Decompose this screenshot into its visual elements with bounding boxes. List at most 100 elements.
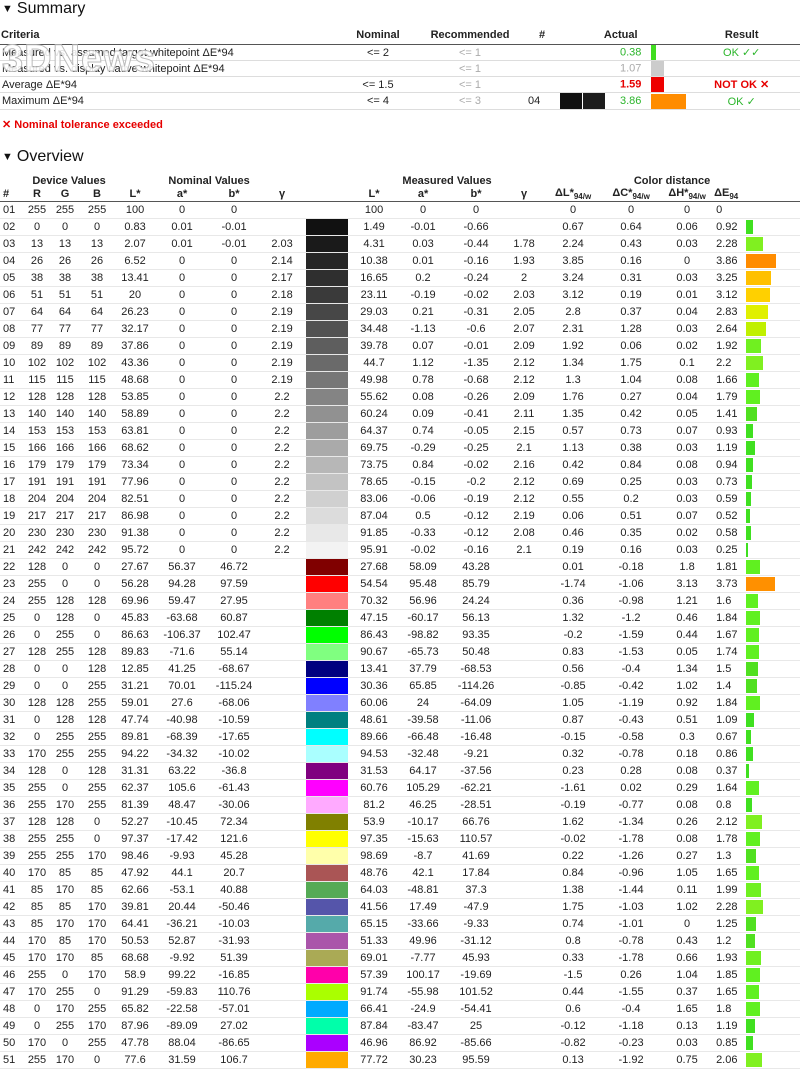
measured-l-cell: 87.04: [350, 507, 399, 526]
delta-h-cell: 0.29: [660, 779, 715, 798]
worst-patch-number: 04: [528, 95, 541, 107]
nominal-gamma-cell: [260, 558, 305, 577]
delta-e-value: 1.3: [716, 850, 732, 863]
swatch-cell: [304, 354, 351, 373]
nominal-b-cell: 110.76: [208, 983, 261, 1002]
actual-bar: [651, 45, 657, 60]
device-r-cell: 0: [24, 677, 50, 696]
delta-e-bar: [746, 390, 761, 405]
measured-gamma-cell: [504, 1051, 545, 1069]
result-cell: NOT OK ✕: [683, 76, 800, 93]
nominal-b-cell: -36.8: [208, 762, 261, 781]
delta-e-value: 1.93: [716, 952, 738, 965]
delta-e-bar-cell: [746, 371, 800, 390]
delta-h-cell: 0.66: [660, 949, 715, 968]
collapse-triangle-icon[interactable]: ▼: [2, 3, 13, 15]
collapse-triangle-icon[interactable]: ▼: [2, 151, 13, 163]
swatch-cell: [304, 813, 351, 832]
color-swatch: [306, 899, 349, 916]
measured-a-cell: -65.73: [398, 643, 449, 662]
color-swatch: [306, 253, 349, 270]
nominal-a-cell: 0.01: [156, 218, 209, 237]
patch-num-cell: 03: [0, 235, 24, 254]
measured-b-cell: -0.16: [448, 541, 505, 560]
color-swatch: [306, 457, 349, 474]
recommended-cell: <= 1: [414, 76, 526, 93]
delta-e-value: 0.37: [716, 765, 738, 778]
measured-a-cell: 100.17: [398, 966, 449, 985]
nominal-b-cell: -61.43: [208, 779, 261, 798]
color-swatch: [306, 236, 349, 253]
overview-row: 33 170 255 255 94.22 -34.32 -10.02 94.53 -32.48-…: [0, 745, 800, 764]
device-g-cell: 0: [50, 762, 80, 781]
nominal-gamma-cell: [260, 915, 305, 934]
summary-heading[interactable]: ▼ Summary: [2, 0, 85, 18]
nominal-gamma-cell: 2.19: [260, 337, 305, 356]
measured-l-cell: 34.48: [350, 320, 399, 339]
nominal-b-cell: -16.85: [208, 966, 261, 985]
delta-e-bar-cell: [746, 235, 800, 254]
patch-num-cell: 31: [0, 711, 24, 730]
delta-l-cell: 1.38: [544, 881, 603, 900]
swatch-cell: [304, 1034, 351, 1053]
measured-a-cell: 49.96: [398, 932, 449, 951]
delta-c-cell: -1.78: [602, 830, 661, 849]
delta-e-cell: 0.85: [714, 1034, 747, 1053]
device-g-cell: 191: [50, 473, 80, 492]
measured-l-cell: 46.96: [350, 1034, 399, 1053]
swatch-cell: [304, 456, 351, 475]
measured-a-cell: 0.78: [398, 371, 449, 390]
delta-h-cell: 0.03: [660, 439, 715, 458]
delta-c-cell: 0.25: [602, 473, 661, 492]
measured-gamma-cell: [504, 881, 545, 900]
delta-c-cell: 1.04: [602, 371, 661, 390]
measured-a-cell: 0.07: [398, 337, 449, 356]
patch-num-cell: 04: [0, 252, 24, 271]
measured-gamma-cell: [504, 558, 545, 577]
measured-l-cell: 86.43: [350, 626, 399, 645]
device-b-cell: 255: [80, 1034, 115, 1053]
actual-cell: 0.38: [558, 44, 684, 61]
device-g-cell: 85: [50, 932, 80, 951]
delta-l-cell: 0.74: [544, 915, 603, 934]
device-g-cell: 0: [50, 558, 80, 577]
color-swatch: [306, 678, 349, 695]
delta-e-bar: [746, 645, 760, 660]
device-g-cell: 170: [50, 1051, 80, 1069]
device-b-cell: 128: [80, 592, 115, 611]
nominal-b-cell: -31.93: [208, 932, 261, 951]
delta-e-bar-cell: [746, 830, 800, 849]
device-g-cell: 217: [50, 507, 80, 526]
delta-l-cell: 0.36: [544, 592, 603, 611]
measured-gamma-cell: [504, 201, 545, 220]
measured-l-cell: 29.03: [350, 303, 399, 322]
nominal-a-cell: 63.22: [156, 762, 209, 781]
swatch-cell: [304, 592, 351, 611]
delta-e-value: 3.73: [716, 578, 738, 591]
device-b-cell: 179: [80, 456, 115, 475]
nominal-a-cell: -36.21: [156, 915, 209, 934]
measured-b-cell: -0.41: [448, 405, 505, 424]
delta-e-value: 1.09: [716, 714, 738, 727]
overview-heading[interactable]: ▼ Overview: [2, 148, 84, 166]
measured-gamma-cell: [504, 847, 545, 866]
swatch-cell: [304, 337, 351, 356]
nominal-l-cell: 87.96: [114, 1017, 157, 1036]
patch-num-cell: 23: [0, 575, 24, 594]
delta-l-cell: 0.57: [544, 422, 603, 441]
delta-e-value: 1.85: [716, 969, 738, 982]
swatch-cell: [304, 524, 351, 543]
measured-gamma-cell: 2.12: [504, 354, 545, 373]
swatch-cell: [304, 677, 351, 696]
patch-num-cell: 15: [0, 439, 24, 458]
nominal-b-cell: 0: [208, 388, 261, 407]
worst-patch-cell: [526, 44, 558, 61]
delta-h-cell: 0.02: [660, 337, 715, 356]
device-g-cell: 85: [50, 864, 80, 883]
overview-row: 21 242 242 242 95.72 0 0 2.2 95.91 -0.02 -0.16 2.1 0…: [0, 541, 800, 560]
nominal-b-cell: 0: [208, 405, 261, 424]
delta-h-cell: 0.03: [660, 269, 715, 288]
measured-gamma-cell: 2.09: [504, 337, 545, 356]
delta-e-bar: [746, 220, 754, 235]
device-g-cell: 170: [50, 949, 80, 968]
